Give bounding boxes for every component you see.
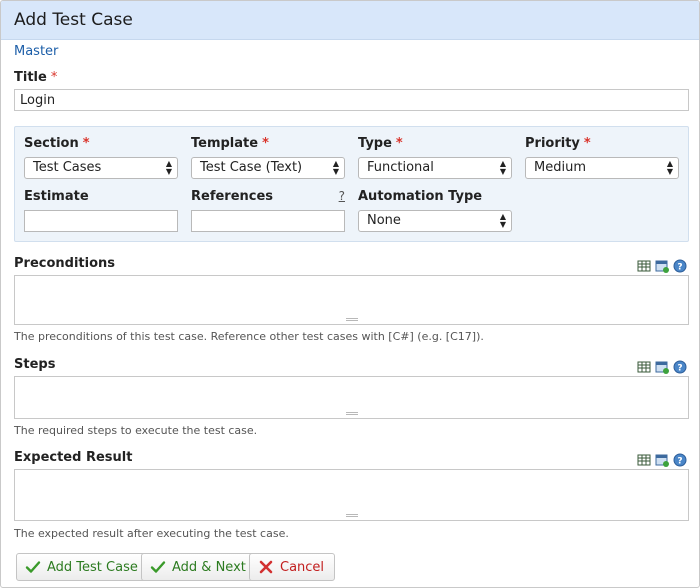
select-arrows-icon: ▲ ▼ <box>332 159 339 176</box>
steps-textarea[interactable] <box>14 376 689 419</box>
expected-result-textarea[interactable] <box>14 469 689 521</box>
select-arrows-icon: ▲ ▼ <box>499 212 506 229</box>
required-mark: * <box>262 136 269 151</box>
required-mark: * <box>395 136 403 151</box>
svg-text:?: ? <box>677 457 682 467</box>
required-mark: * <box>82 136 90 151</box>
add-next-button[interactable]: Add & Next <box>141 553 257 581</box>
image-icon[interactable] <box>655 360 669 374</box>
estimate-label: Estimate <box>24 189 89 204</box>
add-next-label: Add & Next <box>172 559 246 575</box>
preconditions-toolbar: ? <box>637 259 687 273</box>
cancel-label: Cancel <box>280 559 325 575</box>
properties-panel: Section * Test Cases ▲ ▼ Template * Test Ca… <box>14 126 689 242</box>
add-test-case-button[interactable]: Add Test Case <box>16 553 149 581</box>
automation-type-value: None <box>367 213 401 228</box>
section-value: Test Cases <box>33 160 102 175</box>
help-icon[interactable]: ? <box>673 453 687 467</box>
preconditions-label: Preconditions <box>14 256 116 271</box>
resize-grip[interactable] <box>345 318 358 321</box>
references-input[interactable] <box>191 210 345 232</box>
table-icon[interactable] <box>637 259 651 273</box>
references-field: References ? <box>191 189 345 232</box>
priority-value: Medium <box>534 160 586 175</box>
priority-field: Priority * Medium ▲ ▼ <box>525 136 679 179</box>
checkmark-icon <box>25 561 41 573</box>
svg-text:?: ? <box>677 263 682 273</box>
resize-grip[interactable] <box>345 412 358 415</box>
x-icon <box>259 560 273 574</box>
select-arrows-icon: ▲ ▼ <box>666 159 673 176</box>
automation-type-field: Automation Type None ▲ ▼ <box>358 189 512 232</box>
table-icon[interactable] <box>637 453 651 467</box>
page-title: Add Test Case <box>14 10 133 30</box>
section-field: Section * Test Cases ▲ ▼ <box>24 136 178 179</box>
steps-toolbar: ? <box>637 360 687 374</box>
image-icon[interactable] <box>655 453 669 467</box>
steps-hint: The required steps to execute the test c… <box>14 424 258 437</box>
type-label: Type <box>358 136 392 151</box>
title-input[interactable] <box>14 89 689 111</box>
expected-result-toolbar: ? <box>637 453 687 467</box>
page-header: Add Test Case <box>1 1 699 40</box>
add-test-case-dialog: Add Test Case Master Title* Section* Tes… <box>0 0 700 588</box>
template-value: Test Case (Text) <box>200 160 303 175</box>
references-label: References <box>191 189 274 204</box>
resize-grip[interactable] <box>345 514 358 517</box>
estimate-field: Estimate <box>24 189 178 232</box>
cancel-button[interactable]: Cancel <box>249 553 336 581</box>
svg-text:?: ? <box>677 364 682 374</box>
help-icon[interactable]: ? <box>673 259 687 273</box>
add-test-case-label: Add Test Case <box>47 559 138 575</box>
section-select[interactable]: Test Cases ▲ ▼ <box>24 157 178 179</box>
type-field: Type * Functional ▲ ▼ <box>358 136 512 179</box>
title-label-text: Title <box>14 70 47 85</box>
automation-type-select[interactable]: None ▲ ▼ <box>358 210 512 232</box>
template-select[interactable]: Test Case (Text) ▲ ▼ <box>191 157 345 179</box>
priority-label: Priority <box>525 136 580 151</box>
preconditions-textarea[interactable] <box>14 275 689 325</box>
type-value: Functional <box>367 160 434 175</box>
template-field: Template * Test Case (Text) ▲ ▼ <box>191 136 345 179</box>
automation-type-label: Automation Type <box>358 189 483 204</box>
image-icon[interactable] <box>655 259 669 273</box>
steps-label: Steps <box>14 357 56 372</box>
section-label: Section <box>24 136 79 151</box>
type-select[interactable]: Functional ▲ ▼ <box>358 157 512 179</box>
priority-select[interactable]: Medium ▲ ▼ <box>525 157 679 179</box>
expected-result-hint: The expected result after executing the … <box>14 527 289 540</box>
preconditions-hint: The preconditions of this test case. Ref… <box>14 330 484 343</box>
title-label: Title * <box>14 70 57 85</box>
breadcrumb-master[interactable]: Master <box>14 44 58 59</box>
select-arrows-icon: ▲ ▼ <box>165 159 172 176</box>
estimate-input[interactable] <box>24 210 178 232</box>
required-mark: * <box>50 70 58 85</box>
required-mark: * <box>583 136 591 151</box>
expected-result-label: Expected Result <box>14 450 133 465</box>
template-label: Template <box>191 136 259 151</box>
help-icon[interactable]: ? <box>673 360 687 374</box>
select-arrows-icon: ▲ ▼ <box>499 159 506 176</box>
checkmark-icon <box>150 561 166 573</box>
references-help-link[interactable]: ? <box>339 189 345 203</box>
table-icon[interactable] <box>637 360 651 374</box>
